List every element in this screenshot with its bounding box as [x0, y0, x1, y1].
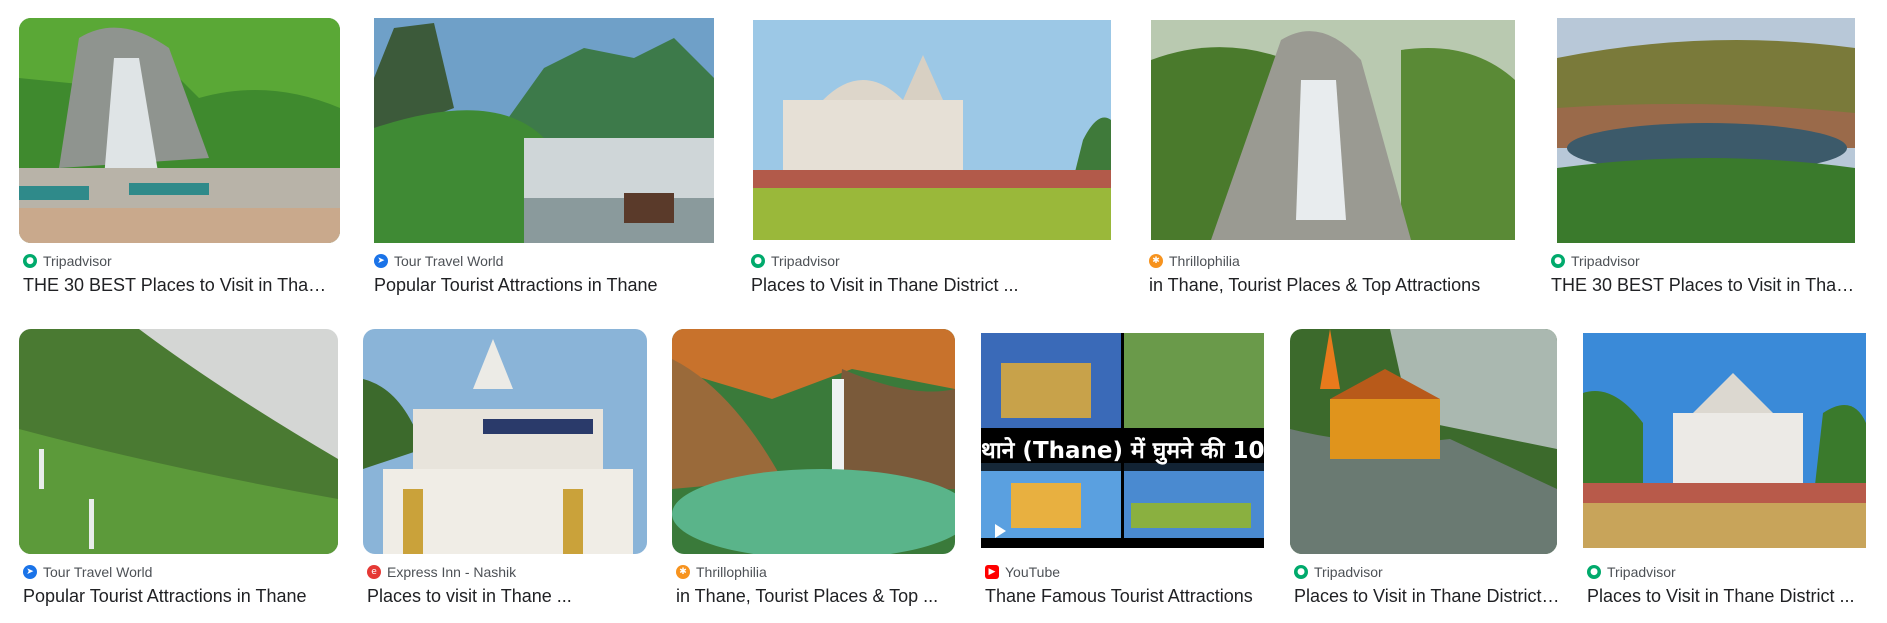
result-source: ➤ Tour Travel World: [374, 253, 503, 269]
result-source: ✱ Thrillophilia: [1149, 253, 1240, 269]
result-thumbnail[interactable]: [1583, 333, 1866, 548]
result-title-link[interactable]: Popular Tourist Attractions in Thane: [23, 586, 343, 607]
lake-hills-image: [1557, 18, 1855, 243]
bird-icon: ➤: [374, 254, 388, 268]
result-source: ✱ Thrillophilia: [676, 564, 767, 580]
waterfall-sculpture-image: [19, 18, 340, 243]
play-icon[interactable]: [995, 524, 1006, 538]
source-name: Thrillophilia: [1169, 253, 1240, 269]
result-thumbnail[interactable]: [1290, 329, 1557, 554]
white-temple-image: [1583, 333, 1866, 548]
result-source: ● Tripadvisor: [23, 253, 112, 269]
tripadvisor-icon: ●: [1294, 565, 1308, 579]
jain-temple-image: [753, 20, 1111, 240]
source-name: Thrillophilia: [696, 564, 767, 580]
source-name: Tripadvisor: [771, 253, 840, 269]
tripadvisor-icon: ●: [1551, 254, 1565, 268]
result-title-link[interactable]: THE 30 BEST Places to Visit in Thane (Up…: [1551, 275, 1861, 296]
bird-icon: ➤: [23, 565, 37, 579]
result-title-link[interactable]: Places to Visit in Thane District ...: [1587, 586, 1871, 607]
result-source: e Express Inn - Nashik: [367, 564, 516, 580]
tripadvisor-icon: ●: [23, 254, 37, 268]
result-title-link[interactable]: in Thane, Tourist Places & Top ...: [676, 586, 960, 607]
result-thumbnail[interactable]: [672, 329, 955, 554]
tripadvisor-icon: ●: [1587, 565, 1601, 579]
result-thumbnail[interactable]: [374, 18, 714, 243]
result-thumbnail[interactable]: [363, 329, 647, 554]
video-overlay-text: थाने (Thane) में घुमने की 10 जगह|: [981, 431, 1264, 471]
source-name: Tour Travel World: [43, 564, 153, 580]
result-title-link[interactable]: Thane Famous Tourist Attractions: [985, 586, 1269, 607]
tripadvisor-icon: ●: [751, 254, 765, 268]
result-title-link[interactable]: Popular Tourist Attractions in Thane: [374, 275, 714, 296]
express-inn-icon: e: [367, 565, 381, 579]
result-thumbnail[interactable]: [1151, 20, 1515, 240]
mountain-ghats-image: [374, 18, 714, 243]
waterfall-pool-image: [672, 329, 955, 554]
result-thumbnail[interactable]: [19, 18, 340, 243]
orange-shrine-image: [1290, 329, 1557, 554]
result-title-link[interactable]: Places to Visit in Thane District ...: [1294, 586, 1560, 607]
result-thumbnail[interactable]: थाने (Thane) में घुमने की 10 जगह|: [981, 333, 1264, 548]
result-title-link[interactable]: in Thane, Tourist Places & Top Attractio…: [1149, 275, 1513, 296]
source-name: YouTube: [1005, 564, 1061, 580]
result-title-link[interactable]: Places to Visit in Thane District ...: [751, 275, 1111, 296]
result-source: ● Tripadvisor: [751, 253, 840, 269]
source-name: Tripadvisor: [43, 253, 112, 269]
result-thumbnail[interactable]: [1557, 18, 1855, 243]
result-source: ▶ YouTube: [985, 564, 1060, 580]
thrillophilia-icon: ✱: [676, 565, 690, 579]
result-source: ● Tripadvisor: [1587, 564, 1676, 580]
result-thumbnail[interactable]: [753, 20, 1111, 240]
result-source: ➤ Tour Travel World: [23, 564, 152, 580]
source-name: Express Inn - Nashik: [387, 564, 517, 580]
result-title-link[interactable]: Places to visit in Thane ...: [367, 586, 651, 607]
youtube-icon: ▶: [985, 565, 999, 579]
rock-sculpture-image: [1151, 20, 1515, 240]
result-source: ● Tripadvisor: [1294, 564, 1383, 580]
result-thumbnail[interactable]: [19, 329, 338, 554]
result-title-link[interactable]: THE 30 BEST Places to Visit in Thane (Up…: [23, 275, 333, 296]
source-name: Tripadvisor: [1314, 564, 1383, 580]
source-name: Tour Travel World: [394, 253, 504, 269]
thrillophilia-icon: ✱: [1149, 254, 1163, 268]
source-name: Tripadvisor: [1571, 253, 1640, 269]
source-name: Tripadvisor: [1607, 564, 1676, 580]
result-source: ● Tripadvisor: [1551, 253, 1640, 269]
hindu-temple-image: [363, 329, 647, 554]
green-cliff-image: [19, 329, 338, 554]
